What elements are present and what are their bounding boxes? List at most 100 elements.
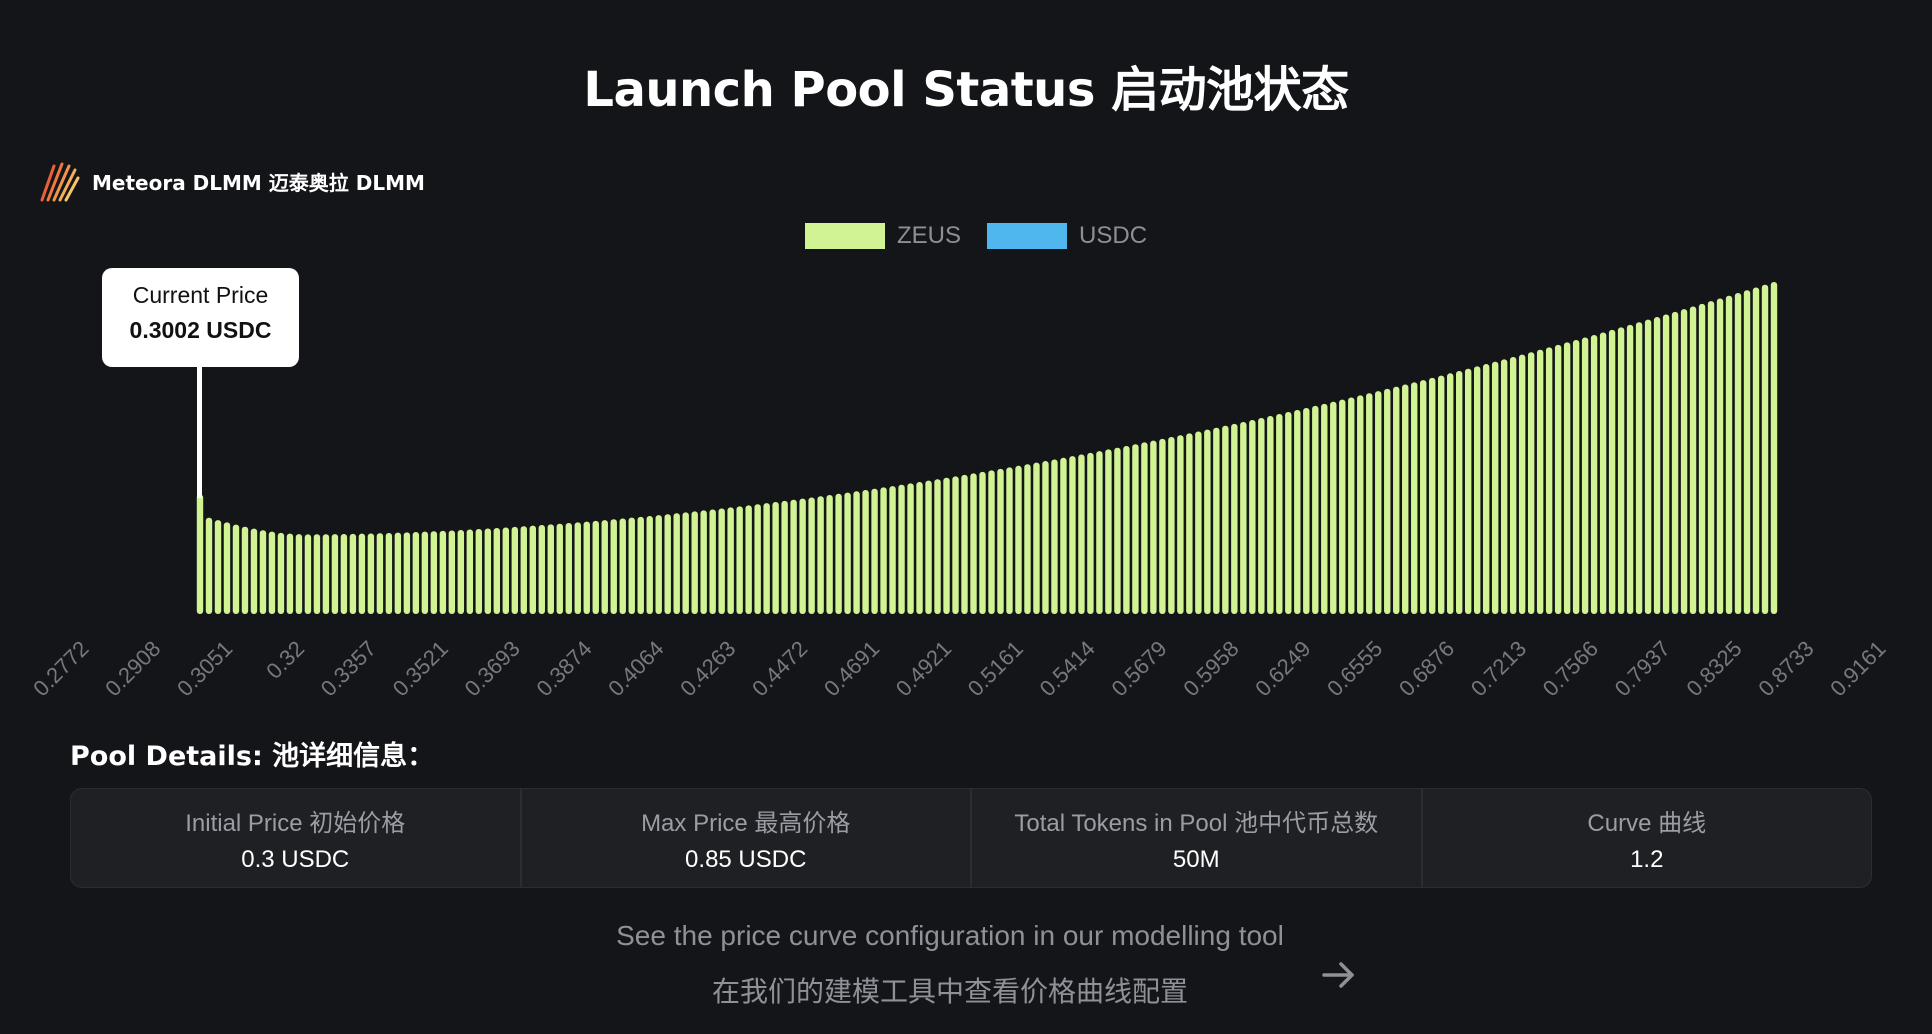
zeus-bar[interactable] [763,503,770,614]
zeus-bar[interactable] [844,492,851,614]
zeus-bar[interactable] [997,468,1004,614]
zeus-bar[interactable] [934,479,941,614]
zeus-bar[interactable] [250,528,258,614]
zeus-bar[interactable] [448,530,456,614]
zeus-bar[interactable] [628,517,635,614]
zeus-bar[interactable] [1240,421,1247,614]
zeus-bar[interactable] [412,532,420,614]
zeus-bar[interactable] [421,531,429,614]
zeus-bar[interactable] [718,508,725,614]
zeus-bar[interactable] [403,532,411,614]
zeus-bar[interactable] [277,532,285,614]
zeus-bar[interactable] [349,533,357,614]
zeus-bar[interactable] [1563,342,1571,614]
zeus-bar[interactable] [205,517,213,614]
zeus-bar[interactable] [1761,284,1769,614]
zeus-bar[interactable] [889,486,896,614]
zeus-bar[interactable] [1509,356,1517,614]
zeus-bar[interactable] [1447,373,1454,614]
zeus-bar[interactable] [1402,384,1409,614]
zeus-bar[interactable] [1123,445,1130,614]
footer-link-text-zh[interactable]: 在我们的建模工具中查看价格曲线配置 [0,970,1900,1010]
zeus-bar[interactable] [871,488,878,614]
zeus-bar[interactable] [322,534,330,614]
zeus-bar[interactable] [1770,282,1778,614]
zeus-bar[interactable] [1285,412,1292,614]
zeus-bar[interactable] [529,525,536,614]
zeus-bar[interactable] [1411,382,1418,614]
zeus-bar[interactable] [304,534,312,614]
zeus-bar[interactable] [1150,440,1157,614]
zeus-bar[interactable] [1159,438,1166,614]
zeus-bar[interactable] [1536,349,1544,614]
modelling-tool-link[interactable]: See the price curve configuration in our… [0,920,1900,1010]
zeus-bar[interactable] [898,484,905,614]
zeus-bar[interactable] [790,499,797,614]
zeus-bar[interactable] [259,530,267,614]
zeus-bar[interactable] [1357,395,1364,614]
zeus-bar[interactable] [484,528,492,614]
zeus-bar[interactable] [709,509,716,614]
zeus-bar[interactable] [1015,465,1022,614]
zeus-bar[interactable] [1500,359,1508,614]
zeus-bar[interactable] [520,526,527,614]
zeus-bar[interactable] [619,518,626,615]
zeus-bar[interactable] [907,483,914,614]
zeus-bar[interactable] [376,533,384,614]
zeus-bar[interactable] [799,498,806,614]
zeus-bar[interactable] [1653,317,1661,614]
zeus-bar[interactable] [610,519,617,614]
zeus-bar[interactable] [1635,322,1643,614]
zeus-bar[interactable] [1689,306,1697,614]
zeus-bar[interactable] [826,495,833,614]
zeus-bar[interactable] [313,534,321,614]
zeus-bar[interactable] [862,490,869,614]
zeus-bar[interactable] [1716,298,1724,614]
zeus-bar[interactable] [1554,344,1562,614]
zeus-bar[interactable] [430,531,438,614]
zeus-bar[interactable] [1312,405,1319,614]
zeus-bar[interactable] [781,500,788,614]
zeus-bar[interactable] [682,512,689,614]
zeus-bar[interactable] [232,524,240,614]
zeus-bar[interactable] [655,515,662,614]
zeus-bar[interactable] [1429,377,1436,614]
zeus-bar[interactable] [1671,311,1679,614]
zeus-bar[interactable] [1204,429,1211,614]
zeus-bar[interactable] [1213,427,1220,614]
zeus-bar[interactable] [808,497,815,614]
zeus-bar[interactable] [511,526,518,614]
zeus-bar[interactable] [979,471,986,614]
zeus-bar[interactable] [556,523,563,614]
zeus-bar[interactable] [1222,425,1229,614]
zeus-bar[interactable] [1743,290,1751,614]
zeus-bar[interactable] [745,505,752,614]
zeus-bar[interactable] [1662,314,1670,614]
zeus-bar[interactable] [817,496,824,614]
zeus-bar[interactable] [1105,449,1112,614]
zeus-bar[interactable] [1060,457,1067,614]
zeus-bar[interactable] [1294,410,1301,614]
zeus-bar[interactable] [1644,319,1652,614]
zeus-bar[interactable] [466,529,474,614]
zeus-bar[interactable] [1186,433,1193,614]
zeus-bar[interactable] [1321,403,1328,614]
zeus-bar[interactable] [592,520,599,614]
zeus-bar[interactable] [1375,391,1382,614]
zeus-bar[interactable] [1249,419,1256,614]
zeus-bar[interactable] [1626,324,1634,614]
zeus-bar[interactable] [970,473,977,614]
zeus-bar[interactable] [1707,301,1715,614]
zeus-bar[interactable] [493,528,501,614]
zeus-bar[interactable] [1752,287,1760,614]
zeus-bar[interactable] [1393,386,1400,614]
zeus-bar[interactable] [646,515,653,614]
zeus-bar[interactable] [1051,459,1058,614]
zeus-bar[interactable] [196,494,204,614]
zeus-bar[interactable] [439,530,447,614]
zeus-bar[interactable] [268,531,276,614]
zeus-bar[interactable] [241,526,249,614]
zeus-bar[interactable] [1581,337,1589,614]
zeus-bar[interactable] [583,521,590,614]
zeus-bar[interactable] [1464,368,1472,614]
